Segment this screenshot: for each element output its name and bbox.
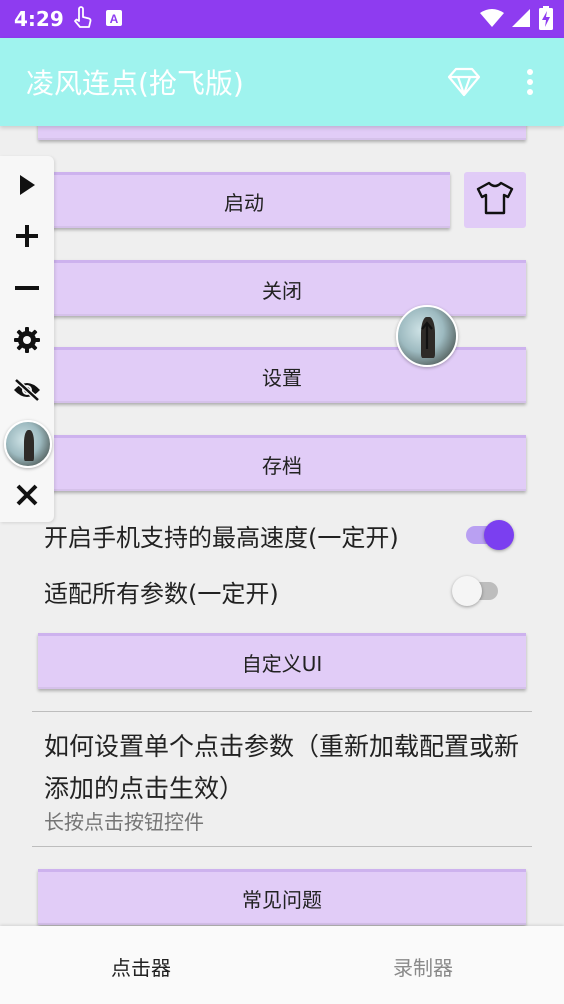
settings-button[interactable]: 设置 <box>38 347 526 403</box>
diamond-icon[interactable] <box>446 64 482 100</box>
floating-avatar[interactable] <box>396 305 458 367</box>
touch-icon <box>70 6 94 30</box>
signal-icon <box>510 6 532 30</box>
a-badge-icon: A <box>104 6 124 30</box>
tab-recorder[interactable]: 录制器 <box>282 952 564 981</box>
app-title: 凌风连点(抢飞版) <box>26 67 244 100</box>
eye-off-icon[interactable] <box>6 369 48 411</box>
max-speed-label: 开启手机支持的最高速度(一定开) <box>44 524 399 552</box>
archive-button[interactable]: 存档 <box>38 435 526 491</box>
fit-params-switch[interactable] <box>450 574 506 608</box>
gear-icon[interactable] <box>6 319 48 361</box>
minus-icon[interactable] <box>6 267 48 309</box>
arrow-up-icon <box>421 321 433 349</box>
floating-toolbar <box>0 156 54 522</box>
more-vert-icon[interactable] <box>512 64 548 100</box>
tab-clicker[interactable]: 点击器 <box>0 952 282 981</box>
status-time: 4:29 <box>14 7 64 31</box>
faq-subtitle: 长按点击按钮控件 <box>44 810 204 834</box>
bottom-nav: 点击器 录制器 <box>0 926 564 1004</box>
divider <box>32 711 532 712</box>
shirt-icon <box>476 181 514 219</box>
avatar[interactable] <box>4 420 52 468</box>
close-button[interactable]: 关闭 <box>38 260 526 316</box>
faq-button[interactable]: 常见问题 <box>38 869 526 925</box>
divider <box>32 846 532 847</box>
start-button[interactable]: 启动 <box>38 172 450 228</box>
faq-title[interactable]: 如何设置单个点击参数（重新加载配置或新添加的点击生效） <box>44 726 534 810</box>
custom-ui-button[interactable]: 自定义UI <box>38 633 526 689</box>
battery-charging-icon <box>538 6 554 30</box>
svg-text:A: A <box>110 12 119 26</box>
app-bar: 凌风连点(抢飞版) <box>0 38 564 126</box>
fit-params-label: 适配所有参数(一定开) <box>44 580 279 608</box>
max-speed-switch[interactable] <box>460 518 516 552</box>
wifi-icon <box>478 6 506 30</box>
plus-icon[interactable] <box>6 215 48 257</box>
status-bar: 4:29 A <box>0 0 564 38</box>
close-icon[interactable] <box>6 474 48 516</box>
play-icon[interactable] <box>6 164 48 206</box>
skin-button[interactable] <box>464 172 526 228</box>
